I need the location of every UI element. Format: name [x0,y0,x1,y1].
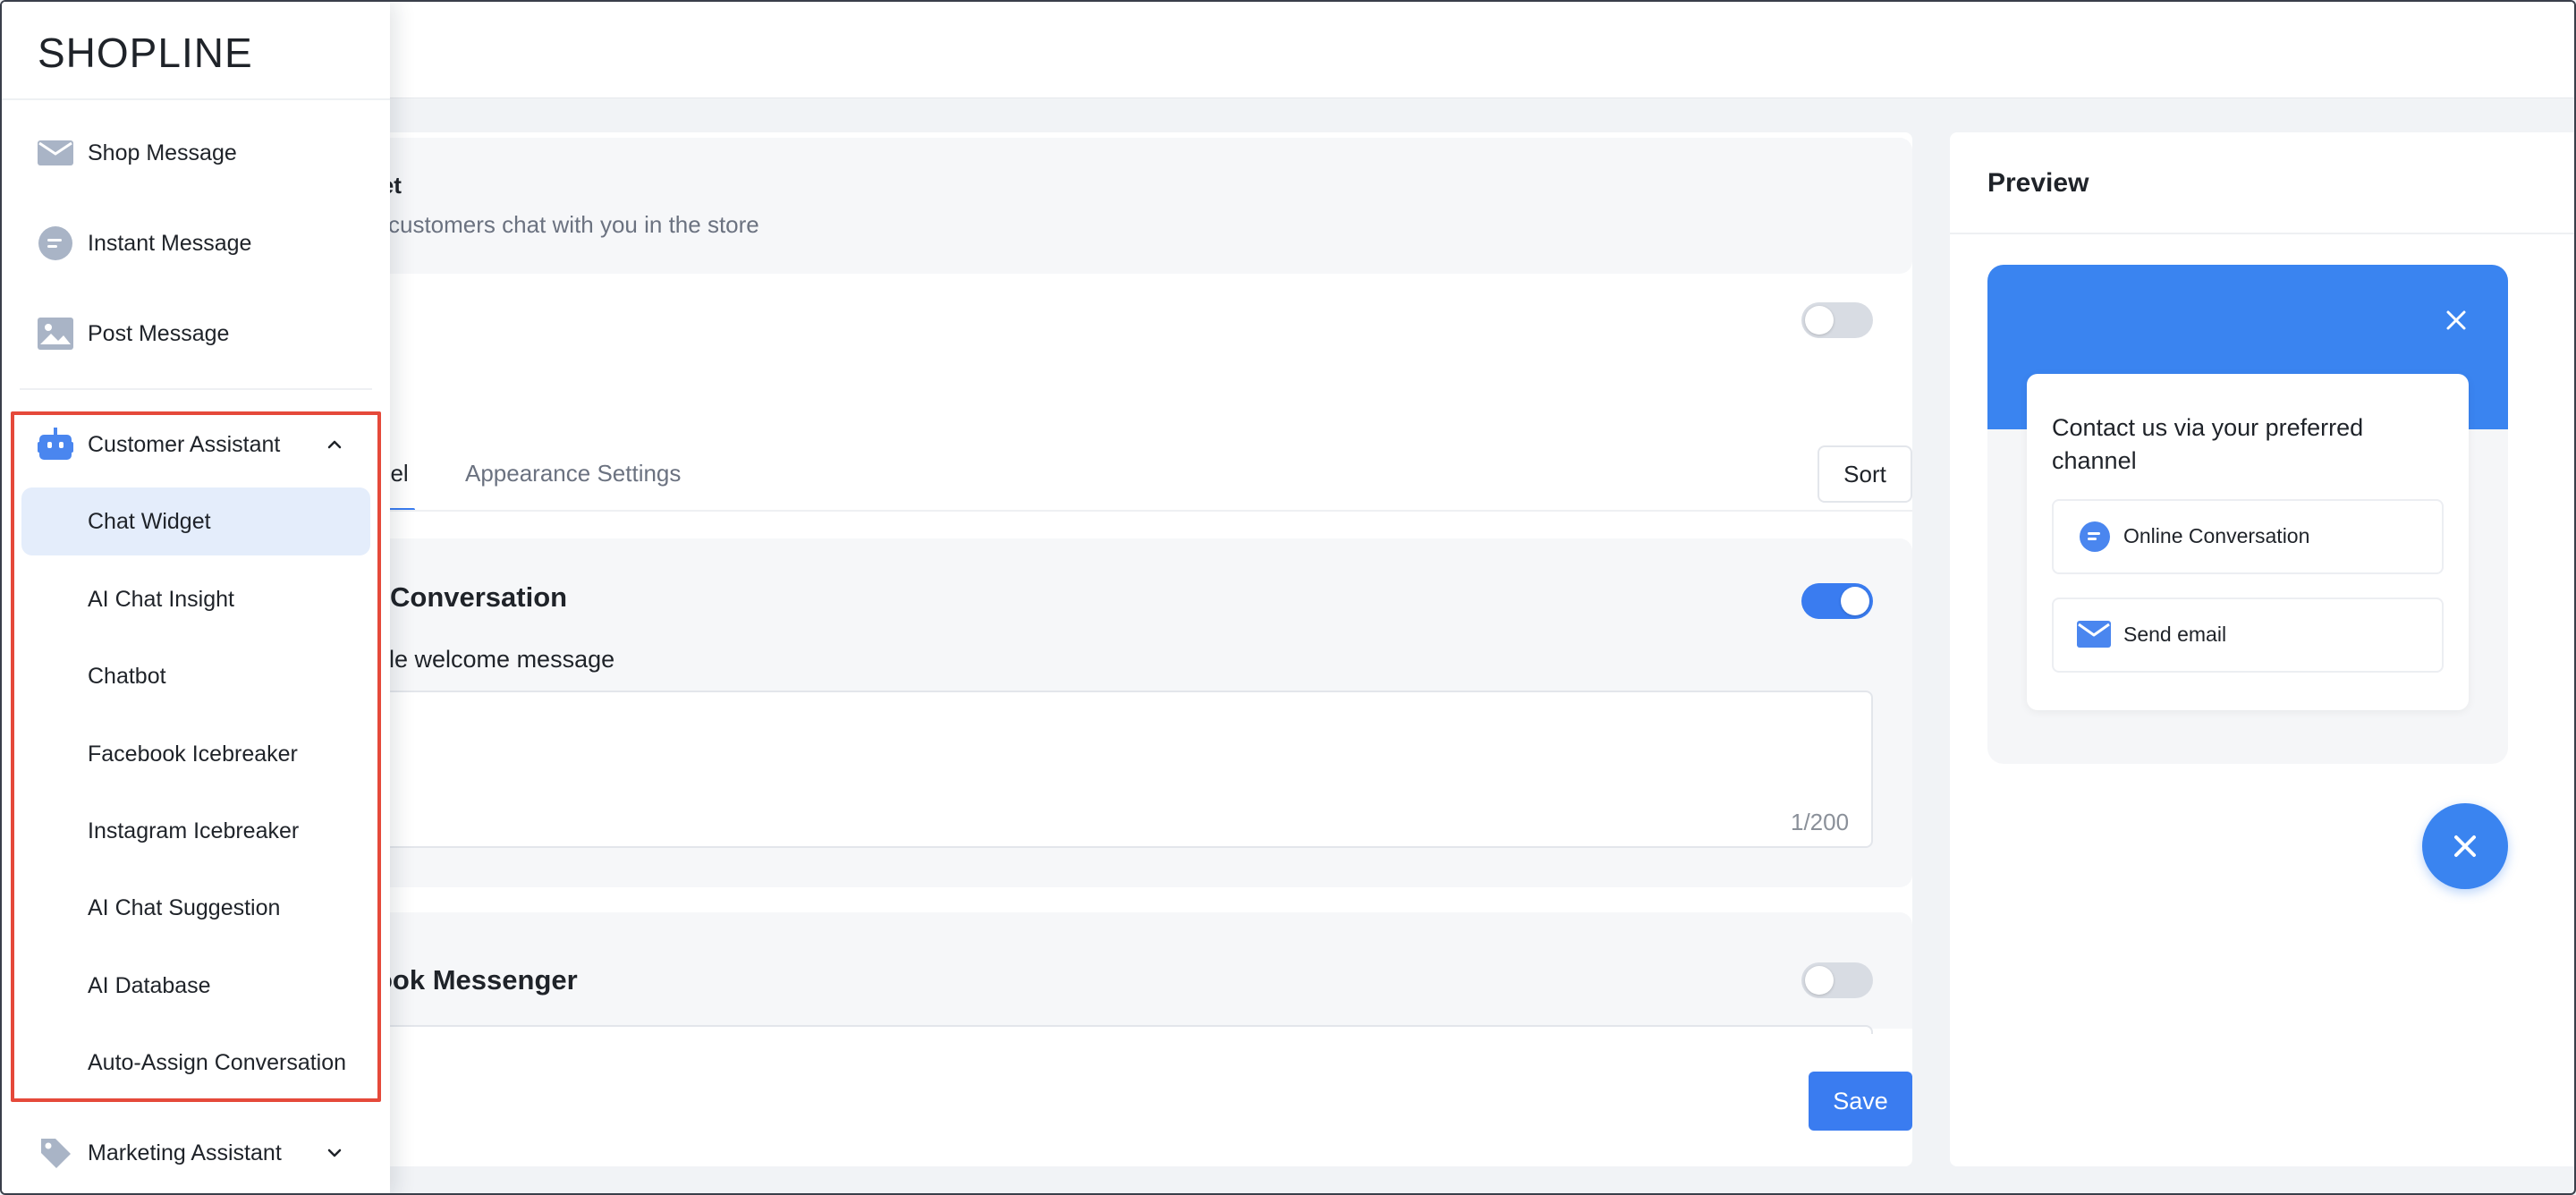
sidebar-item-label: Chatbot [88,663,166,689]
save-button[interactable]: Save [1809,1072,1912,1131]
toggle-knob [1805,966,1834,995]
sidebar-item-post-message[interactable]: Post Message [2,301,390,366]
sidebar-item-label: Facebook Icebreaker [88,741,298,767]
chevron-down-icon [327,1148,342,1157]
toggle-knob [1805,306,1834,335]
sidebar-item-label: AI Chat Insight [88,586,234,612]
chat-bubble-icon [2080,521,2110,552]
sidebar: SHOPLINE Shop Message Instant Message Po… [2,2,390,1193]
sidebar-item-label: Instagram Icebreaker [88,818,300,843]
mail-icon [38,135,73,171]
preview-title: Preview [1987,168,2089,198]
logo-divider [2,98,390,100]
sidebar-item-instant-message[interactable]: Instant Message [2,211,390,275]
sidebar-item-ai-database[interactable]: AI Database [21,952,370,1020]
sidebar-item-label: Auto-Assign Conversation [88,1049,347,1075]
sidebar-item-label: Chat Widget [88,508,211,534]
sidebar-item-label: Customer Assistant [88,431,281,457]
tab-appearance-settings[interactable]: Appearance Settings [465,460,681,487]
sidebar-item-label: AI Chat Suggestion [88,894,281,920]
robot-icon [38,427,73,462]
toggle-knob [1841,587,1869,615]
welcome-message-label: ble welcome message [376,646,615,673]
facebook-messenger-title: ook Messenger [376,964,578,996]
sidebar-item-ai-chat-insight[interactable]: AI Chat Insight [21,565,370,633]
preview-launcher-button[interactable] [2422,803,2508,889]
sidebar-item-instagram-icebreaker[interactable]: Instagram Icebreaker [21,797,370,865]
sidebar-item-label: Post Message [88,320,230,346]
online-conversation-toggle[interactable] [1801,583,1873,619]
sidebar-item-label: Shop Message [88,140,237,165]
envelope-icon [2077,621,2111,648]
sidebar-item-shop-message[interactable]: Shop Message [2,121,390,185]
close-icon[interactable] [2440,304,2472,336]
channel-label: Online Conversation [2123,524,2310,547]
sidebar-item-auto-assign-conversation[interactable]: Auto-Assign Conversation [21,1029,370,1097]
sidebar-item-chatbot[interactable]: Chatbot [21,642,370,710]
close-icon [2454,835,2476,857]
preview-divider [1950,233,2574,234]
chat-widget-toggle[interactable] [1801,302,1873,338]
app-window: nt dget customers chat with you in the s… [0,0,2576,1195]
sidebar-item-label: Marketing Assistant [88,1140,282,1165]
sidebar-item-ai-chat-suggestion[interactable]: AI Chat Suggestion [21,874,370,942]
shopline-logo[interactable]: SHOPLINE [38,29,253,77]
image-icon [38,316,73,352]
sidebar-item-chat-widget[interactable]: Chat Widget [21,487,370,555]
channel-label: Send email [2123,623,2227,646]
facebook-messenger-toggle[interactable] [1801,962,1873,998]
sidebar-item-facebook-icebreaker[interactable]: Facebook Icebreaker [21,720,370,788]
preview-widget-heading: Contact us via your preferred channel [2052,414,2364,474]
tag-icon [38,1135,73,1171]
chat-bubble-icon [38,225,73,261]
sidebar-divider [20,388,372,390]
online-conversation-title: Conversation [390,581,568,613]
sort-button[interactable]: Sort [1818,445,1912,503]
chat-widget-description: customers chat with you in the store [388,211,759,238]
chevron-up-icon [327,440,342,449]
character-counter: 1/200 [1791,809,1850,835]
sidebar-item-customer-assistant[interactable]: Customer Assistant [2,412,390,477]
sidebar-item-marketing-assistant[interactable]: Marketing Assistant [2,1121,390,1185]
sidebar-item-label: AI Database [88,972,211,998]
sidebar-item-label: Instant Message [88,230,252,256]
